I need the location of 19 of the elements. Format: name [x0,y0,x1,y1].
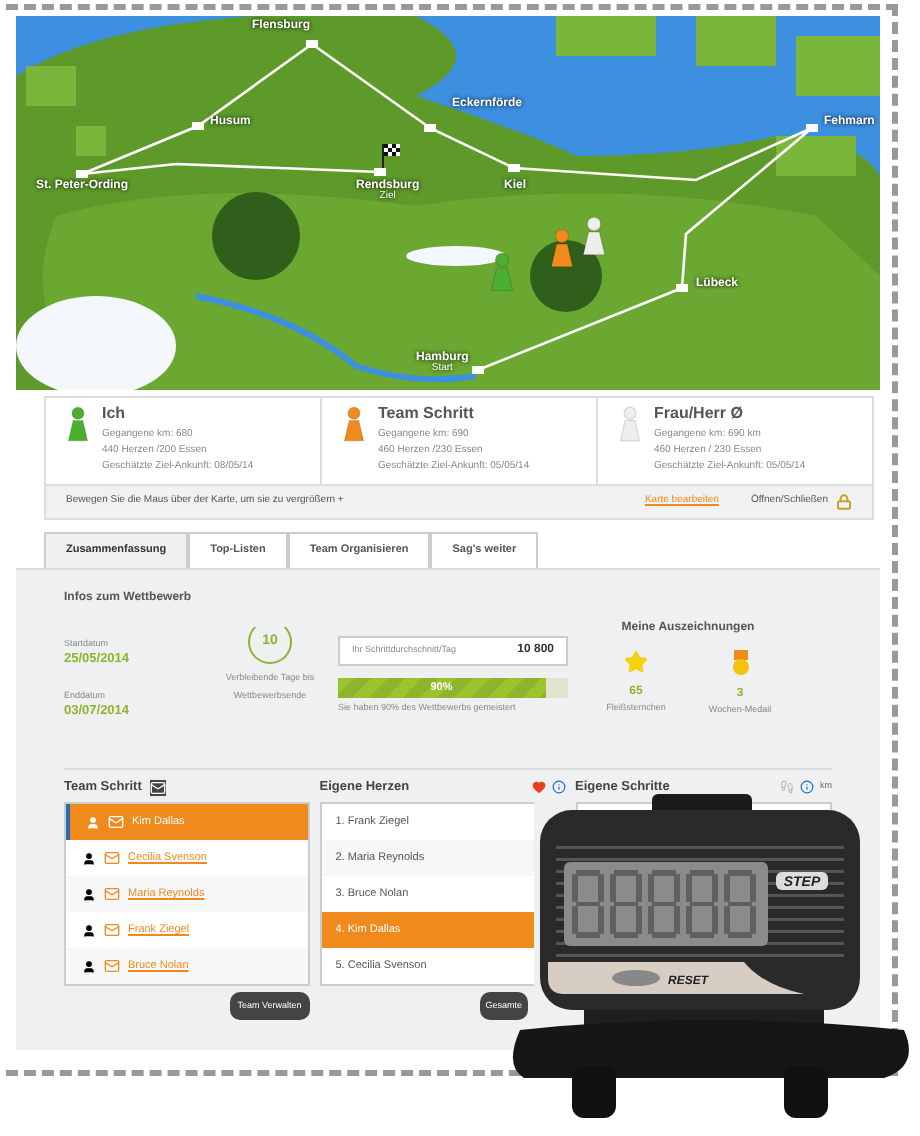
pawn-icon [580,216,608,256]
flag-icon [382,144,400,168]
user-icon [82,923,96,937]
player-name: Team Schritt [378,406,476,422]
medal-icon [731,650,749,676]
user-icon [86,815,100,829]
user-icon [82,887,96,901]
pawn-icon [548,228,576,268]
lock-icon[interactable] [836,494,852,510]
info-icon[interactable] [800,780,814,794]
pawn-icon [488,252,516,292]
star-icon [624,650,648,674]
player-name: Ich [102,406,128,422]
user-icon [82,959,96,973]
player-name: Frau/Herr Ø [654,406,745,422]
user-icon [82,851,96,865]
info-icon[interactable] [551,780,565,794]
footprints-icon [780,780,794,794]
heart-icon [531,780,545,794]
